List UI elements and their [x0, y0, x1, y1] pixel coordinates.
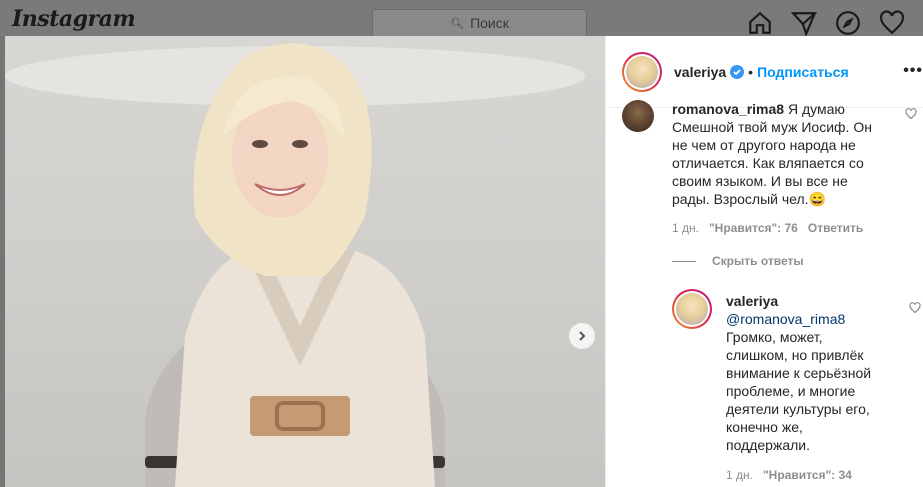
home-icon[interactable] — [747, 10, 773, 36]
reply-button[interactable]: Ответить — [808, 219, 863, 237]
follow-button[interactable]: Подписаться — [757, 64, 849, 80]
post-photo-illustration — [5, 43, 585, 487]
reply-meta: 1 дн. "Нравится": 34 — [726, 466, 886, 484]
reply-body: valeriya @romanova_rima8 Громко, может, … — [726, 292, 886, 484]
comment-body: romanova_rima8 Я думаю Смешной твой муж … — [672, 100, 877, 237]
direct-icon[interactable] — [791, 10, 817, 36]
like-reply-icon[interactable] — [909, 302, 921, 314]
post-header: valeriya • Подписаться ••• — [606, 36, 923, 108]
like-comment-icon[interactable] — [905, 108, 917, 120]
search-placeholder: Поиск — [470, 15, 509, 31]
activity-icon[interactable] — [879, 10, 905, 36]
comment-likes[interactable]: "Нравится": 76 — [709, 219, 798, 237]
explore-icon[interactable] — [835, 10, 861, 36]
reply-author-avatar[interactable] — [672, 289, 712, 329]
comment-time[interactable]: 1 дн. — [672, 219, 699, 237]
comment-meta: 1 дн. "Нравится": 76 Ответить — [672, 219, 877, 237]
reply-likes[interactable]: "Нравится": 34 — [763, 466, 852, 484]
separator-dot: • — [748, 63, 754, 80]
top-navigation-bar: Instagram 🔍︎ Поиск — [0, 0, 923, 37]
next-photo-button[interactable] — [569, 323, 595, 349]
hide-replies-label: Скрыть ответы — [712, 254, 804, 268]
author-username[interactable]: valeriya — [674, 64, 726, 80]
nav-icons — [747, 10, 905, 36]
verified-badge-icon — [730, 64, 745, 79]
reply-time[interactable]: 1 дн. — [726, 466, 753, 484]
post-sidebar: valeriya • Подписаться ••• romanova_rima… — [605, 36, 923, 487]
post-photo[interactable] — [5, 36, 605, 487]
instagram-logo[interactable]: Instagram — [12, 6, 136, 32]
commenter-username[interactable]: romanova_rima8 — [672, 101, 784, 117]
reply-text: Громко, может, слишком, но привлёк внима… — [726, 329, 872, 453]
search-input[interactable]: 🔍︎ Поиск — [372, 9, 587, 37]
search-icon: 🔍︎ — [450, 17, 465, 30]
chevron-right-icon — [579, 331, 586, 341]
reply-username[interactable]: valeriya — [726, 292, 886, 310]
author-avatar[interactable] — [622, 51, 662, 92]
hide-replies-toggle[interactable]: Скрыть ответы — [672, 254, 804, 268]
post-modal: valeriya • Подписаться ••• romanova_rima… — [5, 36, 923, 487]
commenter-avatar[interactable] — [622, 100, 654, 132]
divider-line — [672, 260, 696, 262]
reply-mention[interactable]: @romanova_rima8 — [726, 310, 886, 328]
more-options-button[interactable]: ••• — [903, 62, 923, 80]
